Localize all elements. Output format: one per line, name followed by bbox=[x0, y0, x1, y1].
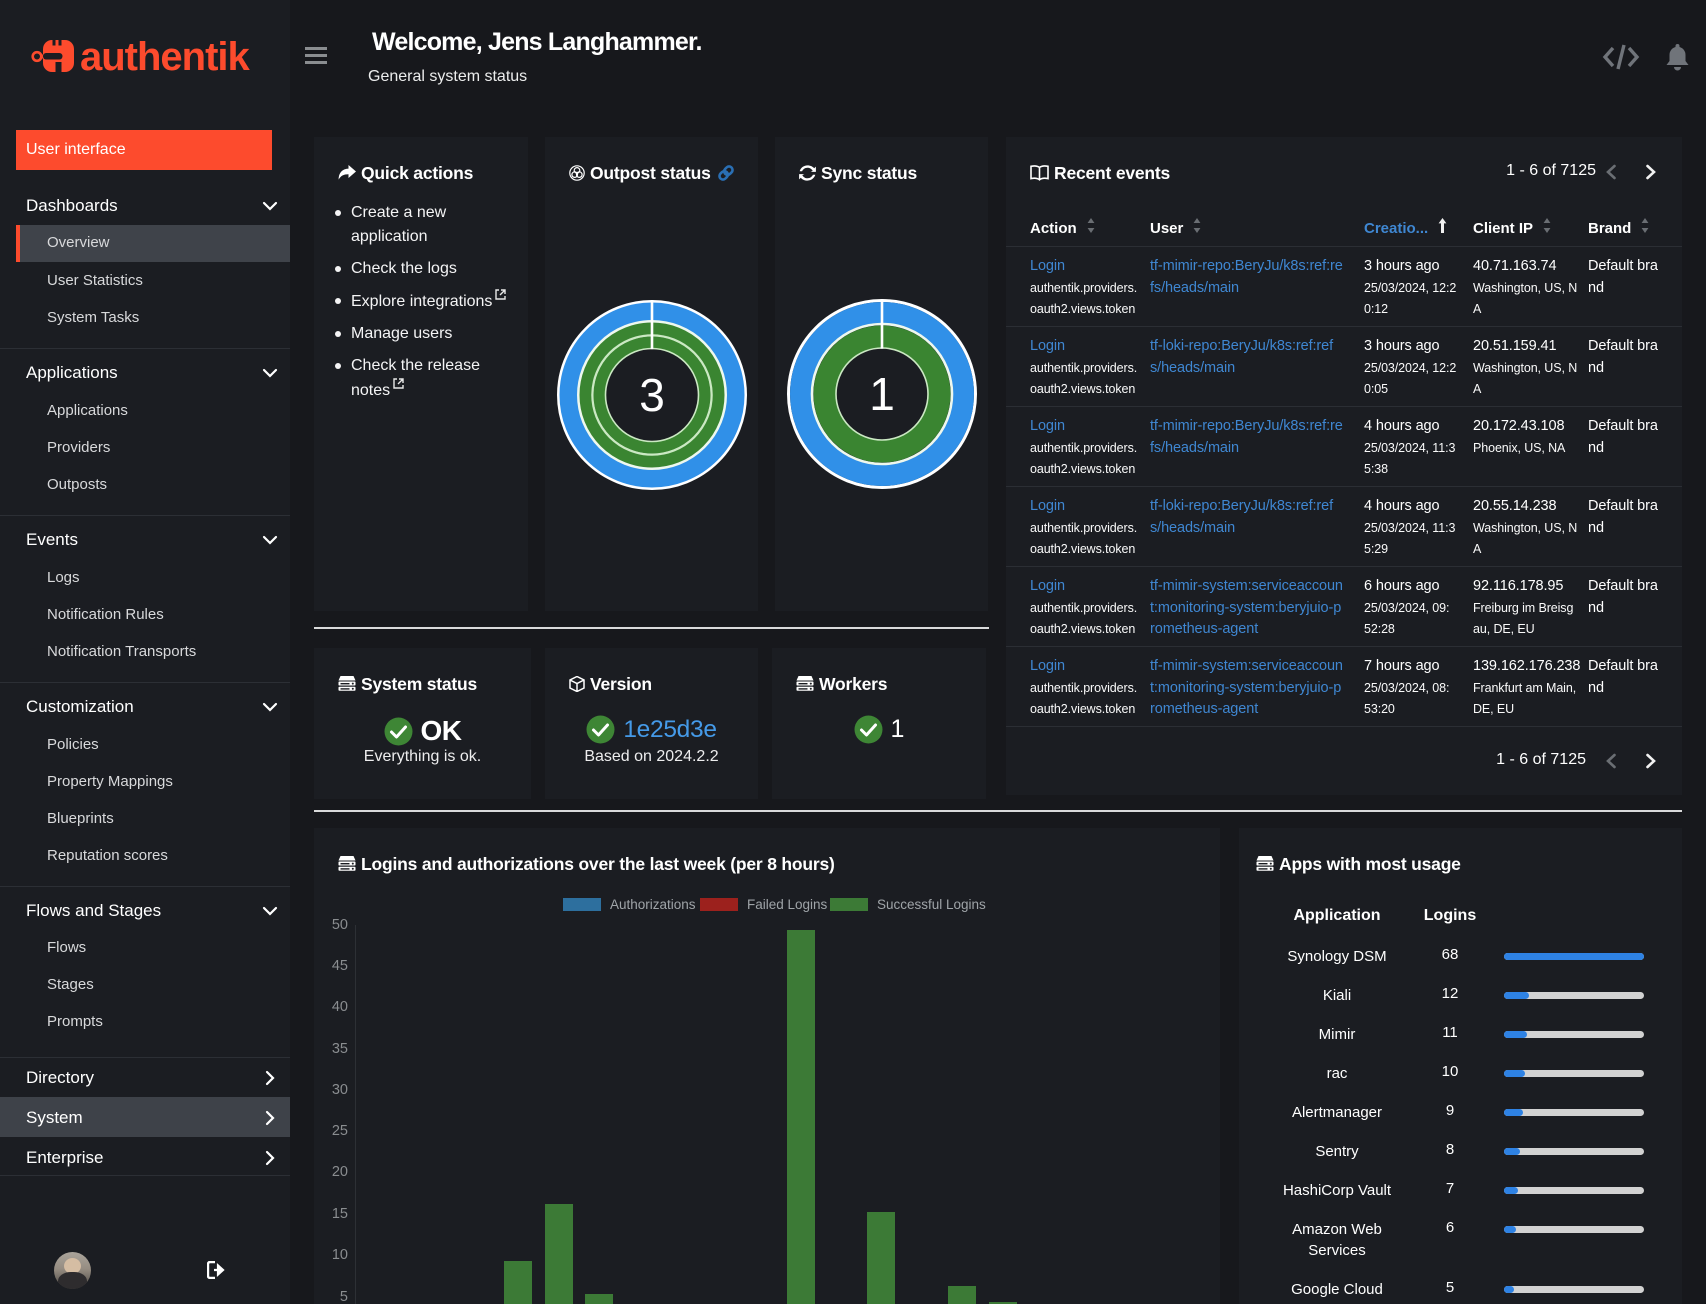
svg-text:3: 3 bbox=[639, 369, 665, 421]
svg-text:1: 1 bbox=[869, 368, 895, 420]
svg-text:authentik: authentik bbox=[80, 36, 251, 79]
